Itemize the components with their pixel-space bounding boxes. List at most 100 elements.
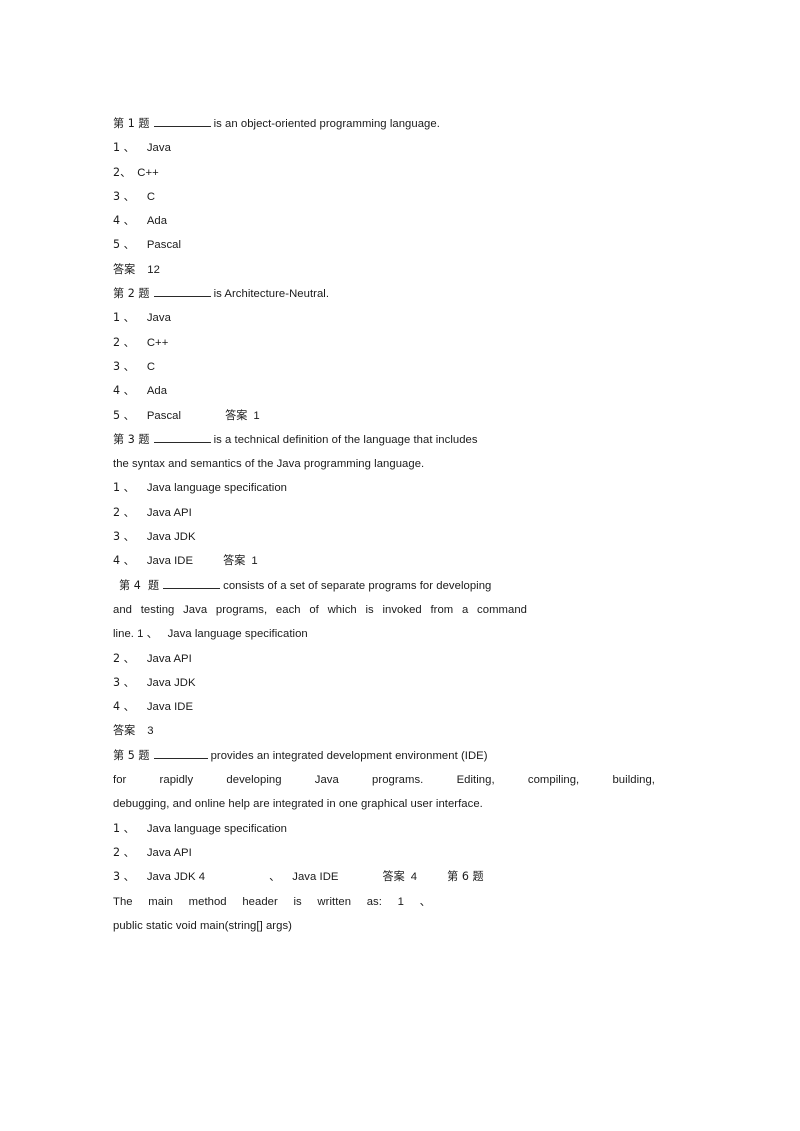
answer-label: 答案 <box>113 262 136 276</box>
question-4-option-4[interactable]: 4 、 Java IDE <box>113 695 658 719</box>
option-label: Java language specification <box>146 482 287 495</box>
question-1-option-1[interactable]: 1 、 Java <box>113 136 658 160</box>
question-4-answer: 答案 3 <box>113 719 658 743</box>
option-marker: 4 、 <box>113 214 135 228</box>
question-4-option-2[interactable]: 2 、 Java API <box>113 647 658 671</box>
option-label: C <box>146 360 156 373</box>
option-separator: 、 <box>269 870 281 884</box>
option-marker: 3 、 <box>113 530 135 544</box>
question-2-option-3[interactable]: 3 、 C <box>113 355 658 379</box>
option-marker: 2 、 <box>113 505 135 519</box>
question-5-option-1[interactable]: 1 、 Java language specification <box>113 817 658 841</box>
option-marker: 3 、 <box>113 870 135 884</box>
option-label: Ada <box>146 385 168 398</box>
option-marker: 1 、 <box>113 311 135 325</box>
question-4-stem: 第 4 题 consists of a set of separate progr… <box>113 574 658 598</box>
option-label: Java IDE <box>146 555 194 568</box>
option-label: C++ <box>137 166 159 179</box>
option-marker: 3 、 <box>113 189 135 203</box>
option-marker: 3 、 <box>113 675 135 689</box>
option-label: Pascal <box>146 239 182 252</box>
question-6-stem-line1: The main method header is written as: 1 … <box>113 895 431 908</box>
question-4-stem-line3: line. 1 、 Java language specification <box>113 628 308 641</box>
question-6-number: 第 6 题 <box>447 870 484 884</box>
answer-value: 4 <box>410 871 418 884</box>
question-2-option-2[interactable]: 2 、 C++ <box>113 331 658 355</box>
question-3-number: 第 3 题 <box>113 432 150 446</box>
question-5-option-3-and-answer[interactable]: 3 、 Java JDK 4 、 Java IDE 答案 4 第 6 题 <box>113 865 658 889</box>
option-marker: 4 、 <box>113 554 135 568</box>
question-5-stem: 第 5 题 provides an integrated development … <box>113 744 658 768</box>
option-label: C <box>146 190 156 203</box>
option-marker: 2 、 <box>113 651 135 665</box>
fill-in-blank <box>153 115 211 127</box>
question-2-number: 第 2 题 <box>113 287 150 301</box>
option-label: Java IDE <box>146 701 194 714</box>
question-5-stem-line3: debugging, and online help are integrate… <box>113 798 483 811</box>
question-2-stem-text: is Architecture-Neutral. <box>213 288 330 301</box>
question-3-option-1[interactable]: 1 、 Java language specification <box>113 476 658 500</box>
option-label: Java language specification <box>146 822 287 835</box>
question-1-stem-text: is an object-oriented programming langua… <box>213 118 440 130</box>
question-2-stem: 第 2 题 is Architecture-Neutral. <box>113 282 658 306</box>
question-4-number: 第 4 题 <box>119 578 160 592</box>
question-1-option-3[interactable]: 3 、 C <box>113 185 658 209</box>
answer-value: 1 <box>253 409 260 422</box>
option-marker: 5 、 <box>113 238 135 252</box>
fill-in-blank <box>153 431 211 443</box>
question-3-option-4[interactable]: 4 、 Java IDE 答案 1 <box>113 549 658 573</box>
answer-label: 答案 <box>225 408 248 422</box>
option-label: Ada <box>146 215 168 228</box>
fill-in-blank <box>153 285 211 298</box>
question-5-stem-line2: for rapidly developing Java programs. Ed… <box>113 774 655 787</box>
option-marker: 4 、 <box>113 384 135 398</box>
question-6-stem-line2: public static void main(string[] args) <box>113 919 292 932</box>
question-3-option-2[interactable]: 2 、 Java API <box>113 501 658 525</box>
question-1-stem: 第 1 题 is an object-oriented programming l… <box>113 112 658 136</box>
question-1-option-2[interactable]: 2、 C++ <box>113 161 658 185</box>
question-1-number: 第 1 题 <box>113 117 150 130</box>
option-marker: 4 、 <box>113 700 135 714</box>
answer-value: 3 <box>147 725 154 738</box>
answer-label: 答案 <box>382 870 405 884</box>
question-3-stem-line2: the syntax and semantics of the Java pro… <box>113 458 425 471</box>
option-marker: 1 、 <box>113 141 135 155</box>
option-marker: 2、 <box>113 165 132 179</box>
answer-value: 1 <box>251 555 258 568</box>
question-3-stem-text: is a technical definition of the languag… <box>213 433 478 446</box>
option-label: Java API <box>146 652 192 665</box>
question-2-option-5[interactable]: 5 、 Pascal 答案 1 <box>113 404 658 428</box>
document-page: 第 1 题 is an object-oriented programming l… <box>0 0 800 1131</box>
option-label: Pascal <box>146 409 182 422</box>
question-3-option-3[interactable]: 3 、 Java JDK <box>113 525 658 549</box>
question-2-option-1[interactable]: 1 、 Java <box>113 306 658 330</box>
question-1-option-5[interactable]: 5 、 Pascal <box>113 233 658 257</box>
question-5-number: 第 5 题 <box>113 748 150 762</box>
option-label: Java IDE <box>292 871 339 884</box>
question-3-stem: 第 3 题 is a technical definition of the la… <box>113 428 658 452</box>
document-body: 第 1 题 is an object-oriented programming l… <box>113 112 658 938</box>
question-1-answer: 答案 12 <box>113 258 658 282</box>
question-4-stem-text: consists of a set of separate programs f… <box>223 579 492 592</box>
option-label: Java JDK 4 <box>146 871 206 884</box>
answer-value: 12 <box>147 263 160 276</box>
question-4-option-3[interactable]: 3 、 Java JDK <box>113 671 658 695</box>
answer-label: 答案 <box>113 724 136 738</box>
question-5-option-2[interactable]: 2 、 Java API <box>113 841 658 865</box>
option-marker: 1 、 <box>113 821 135 835</box>
option-label: Java JDK <box>146 676 196 689</box>
question-5-stem-text: provides an integrated development envir… <box>210 749 488 762</box>
option-label: Java <box>146 142 171 155</box>
option-marker: 2 、 <box>113 845 135 859</box>
option-label: Java JDK <box>146 531 196 544</box>
option-marker: 2 、 <box>113 335 135 349</box>
option-label: Java API <box>146 506 192 519</box>
question-1-option-4[interactable]: 4 、 Ada <box>113 209 658 233</box>
question-2-option-4[interactable]: 4 、 Ada <box>113 379 658 403</box>
option-marker: 5 、 <box>113 408 135 422</box>
option-label: Java <box>146 312 171 325</box>
question-4-stem-line2: and testing Java programs, each of which… <box>113 603 527 616</box>
option-label: Java API <box>146 846 192 859</box>
fill-in-blank <box>163 577 221 589</box>
answer-label: 答案 <box>223 554 246 568</box>
